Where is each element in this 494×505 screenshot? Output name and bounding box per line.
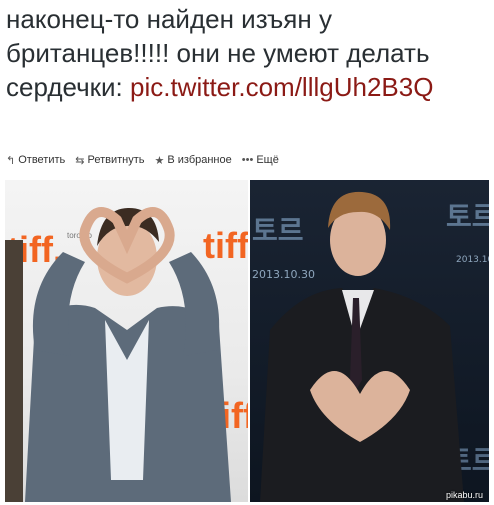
tweet-actions: ↰ Ответить ⇆ Ретвитнуть ★ В избранное ••… (6, 152, 289, 168)
star-icon: ★ (154, 154, 165, 167)
favorite-button[interactable]: ★ В избранное (154, 154, 231, 167)
reply-icon: ↰ (6, 154, 16, 167)
photo-left: tiff. toronto tiff. tiff. (5, 180, 248, 502)
watermark: pikabu.ru (445, 490, 483, 500)
tweet-photo[interactable]: tiff. toronto tiff. tiff. 토르 2013.10.30 … (5, 180, 489, 502)
backdrop-text-right: 토르 (446, 200, 489, 233)
retweet-button[interactable]: ⇆ Ретвитнуть (75, 154, 144, 167)
right-photo-scene: 토르 2013.10.30 토르 2013.10.30 토르 (252, 191, 489, 502)
reply-button[interactable]: ↰ Ответить (6, 154, 65, 167)
side-person (5, 240, 23, 502)
more-button[interactable]: ••• Ещё (242, 154, 279, 166)
more-icon: ••• (241, 154, 254, 166)
backdrop-text-left: 토르 (252, 214, 304, 247)
tiff-logo-right: tiff. (203, 225, 248, 266)
retweet-icon: ⇆ (75, 154, 85, 167)
more-label: Ещё (256, 154, 279, 166)
tweet-text: наконец-то найден изъян у британцев!!!!!… (6, 2, 490, 104)
backdrop-date-left: 2013.10.30 (252, 268, 315, 281)
retweet-label: Ретвитнуть (87, 154, 145, 166)
photo-right: 토르 2013.10.30 토르 2013.10.30 토르 (250, 180, 489, 502)
left-photo-scene: tiff. toronto tiff. tiff. (5, 207, 248, 502)
tweet-image-link[interactable]: pic.twitter.com/lllgUh2B3Q (130, 72, 433, 102)
favorite-label: В избранное (167, 154, 232, 166)
backdrop-date-right: 2013.10.30 (456, 255, 489, 265)
reply-label: Ответить (18, 154, 66, 166)
